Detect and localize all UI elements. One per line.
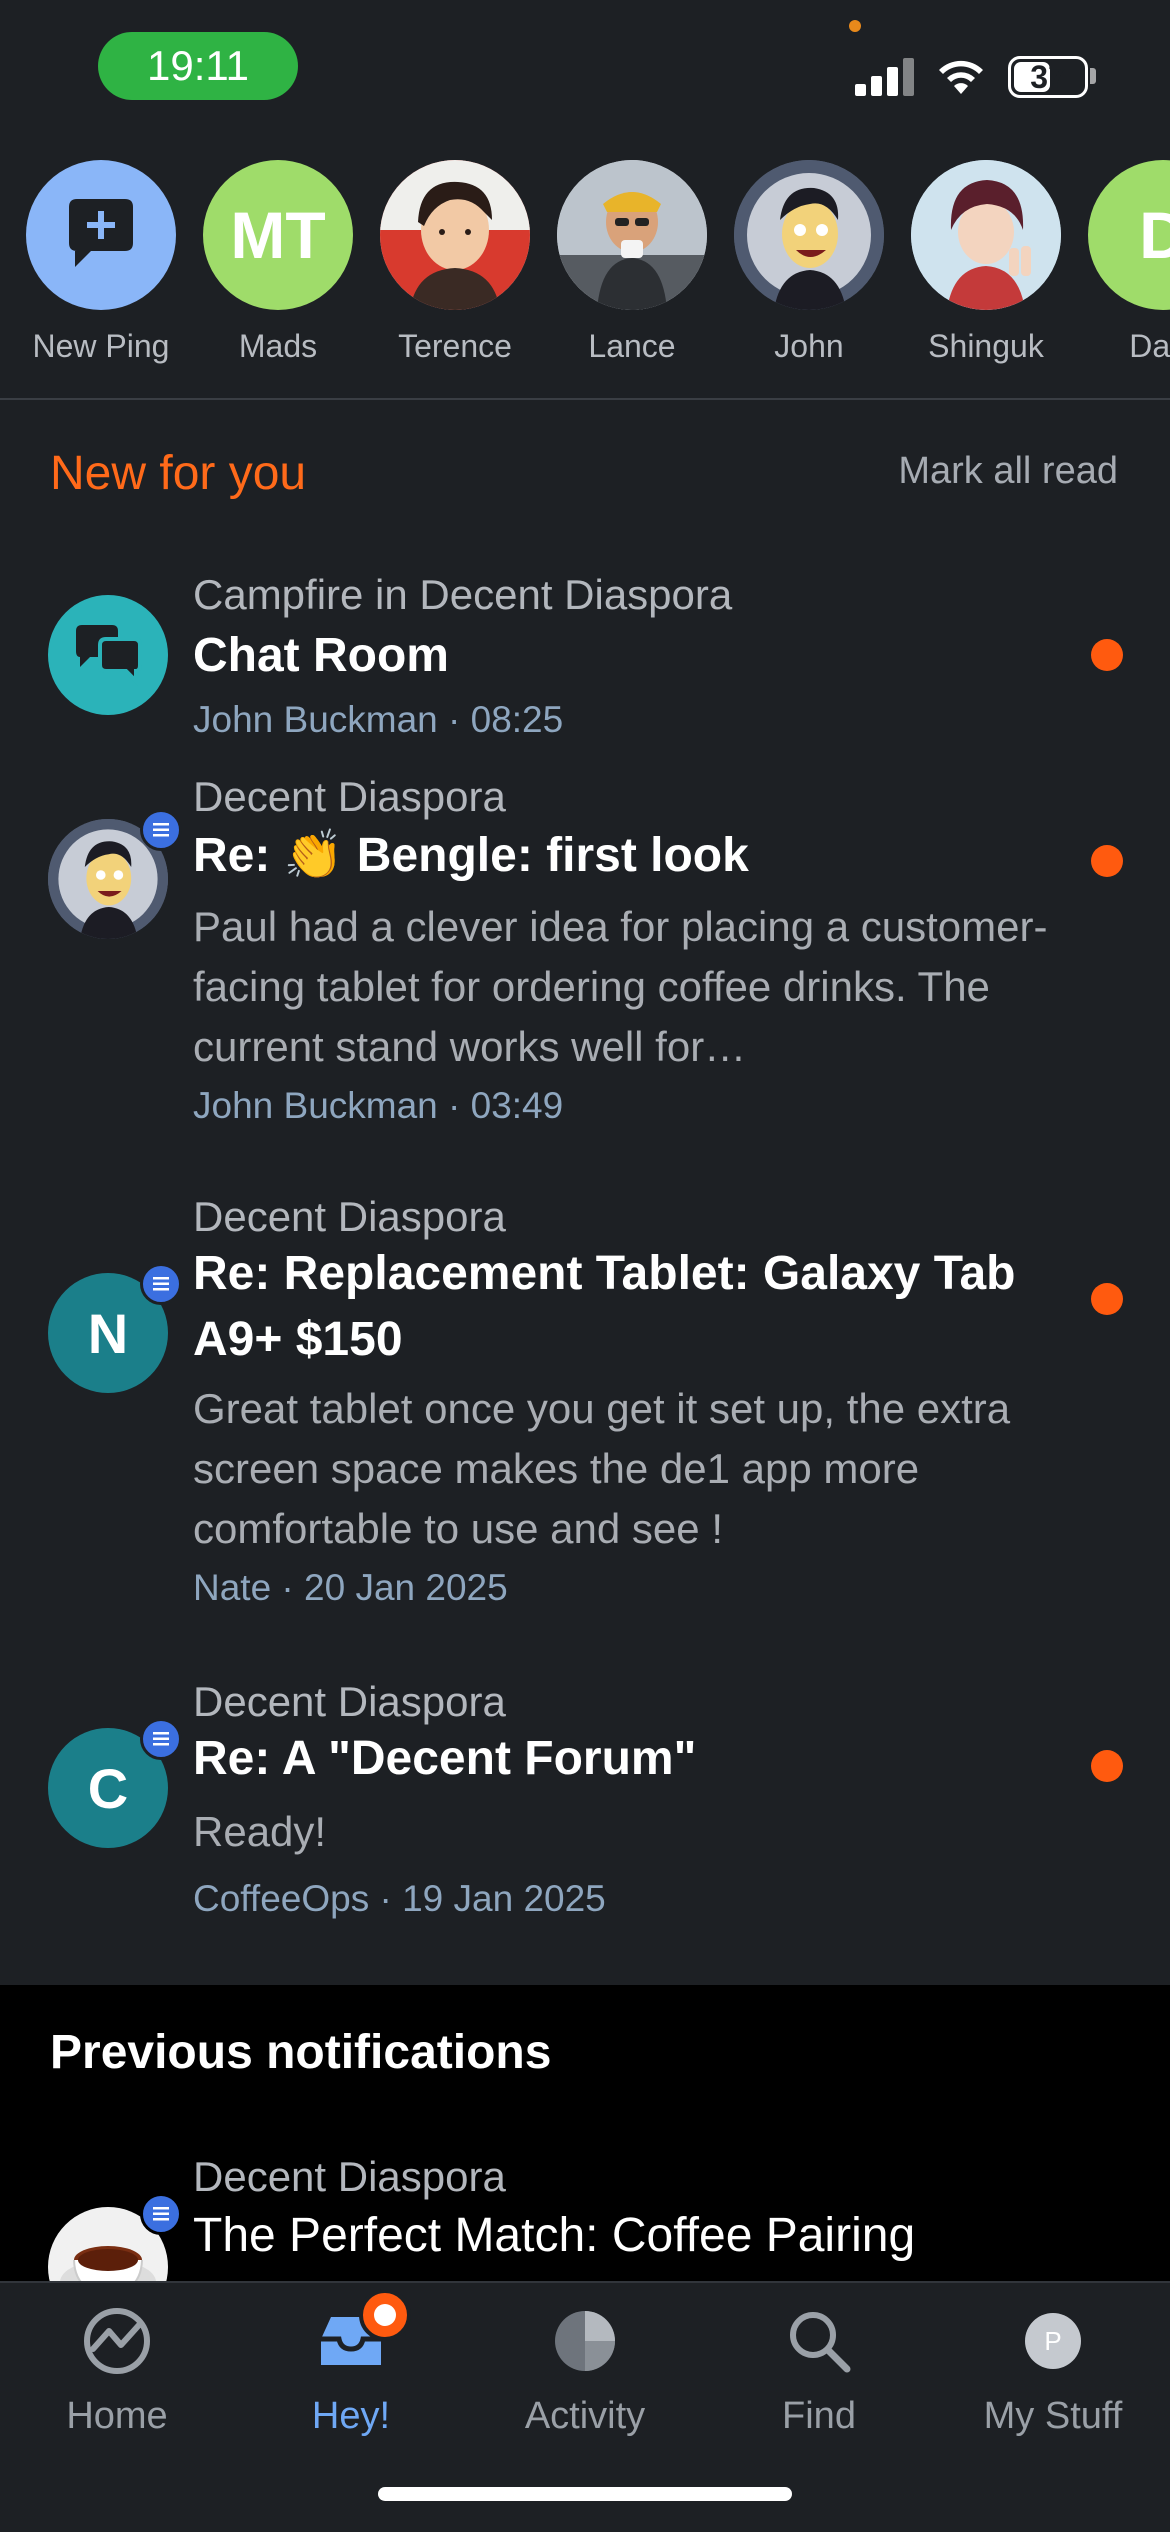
people-strip[interactable]: New Ping MT Mads Terence Lance John Shin… xyxy=(0,160,1170,390)
avatar-initials: MT xyxy=(230,198,326,272)
person-name: Mads xyxy=(238,328,318,364)
item-context: Decent Diaspora xyxy=(193,2153,506,2200)
status-bar: 19:11 37 xyxy=(0,0,1170,140)
list-item[interactable]: C Decent Diaspora Re: A "Decent Forum" R… xyxy=(0,1660,1170,1990)
avatar-initials: D xyxy=(1139,198,1170,272)
home-indicator[interactable] xyxy=(378,2487,792,2501)
item-meta: Nate · 20 Jan 2025 xyxy=(193,1567,508,1608)
item-title: The Perfect Match: Coffee Pairing xyxy=(193,2209,916,2262)
document-badge-icon xyxy=(140,1718,182,1760)
person-lance[interactable]: Lance xyxy=(547,160,717,365)
section-title: New for you xyxy=(50,447,307,500)
person-mads[interactable]: MT Mads xyxy=(193,160,363,365)
document-badge-icon xyxy=(140,809,182,851)
list-item[interactable]: Campfire in Decent Diaspora Chat Room Jo… xyxy=(0,545,1170,745)
hey-screen: 19:11 37 New Ping MT Mads Terence Lance … xyxy=(0,0,1170,2532)
item-meta: John Buckman · 03:49 xyxy=(193,1085,564,1126)
tab-activity[interactable]: Activity xyxy=(468,2303,702,2453)
item-context: Decent Diaspora xyxy=(193,1678,506,1725)
section-title: Previous notifications xyxy=(50,2026,552,2079)
tab-label: My Stuff xyxy=(983,2395,1123,2437)
battery-level: 37 xyxy=(1030,58,1066,95)
item-title: Chat Room xyxy=(193,629,449,682)
avatar: D xyxy=(1088,160,1170,310)
item-excerpt: Great tablet once you get it set up, the… xyxy=(193,1385,1011,1552)
item-meta: John Buckman · 08:25 xyxy=(193,699,564,740)
search-icon xyxy=(781,2303,857,2379)
tab-home[interactable]: Home xyxy=(0,2303,234,2453)
avatar-initials: C xyxy=(87,1756,129,1820)
avatar xyxy=(557,160,707,310)
tab-label: Activity xyxy=(524,2395,646,2437)
item-excerpt: Paul had a clever idea for placing a cus… xyxy=(193,903,1048,1070)
new-for-you-header: New for you Mark all read xyxy=(0,400,1170,545)
item-title: Re: Replacement Tablet: Galaxy Tab A9+ $… xyxy=(193,1247,1016,1366)
item-context: Decent Diaspora xyxy=(193,1193,506,1240)
item-title: Re: 👏 Bengle: first look xyxy=(193,829,749,882)
list-item[interactable]: Decent Diaspora The Perfect Match: Coffe… xyxy=(0,2145,1170,2327)
person-new-ping[interactable]: New Ping xyxy=(16,160,186,365)
new-ping-icon xyxy=(26,160,176,310)
item-context: Campfire in Decent Diaspora xyxy=(193,571,733,618)
unread-dot xyxy=(1091,1283,1123,1315)
cellular-signal-icon xyxy=(855,56,915,96)
tab-hey[interactable]: Hey! xyxy=(234,2289,468,2453)
person-terence[interactable]: Terence xyxy=(370,160,540,365)
person-john[interactable]: John xyxy=(724,160,894,365)
profile-icon: P xyxy=(1015,2303,1091,2379)
unread-dot xyxy=(1091,639,1123,671)
tab-label: Find xyxy=(782,2395,856,2437)
tab-my-stuff[interactable]: P My Stuff xyxy=(936,2303,1170,2453)
notification-list: Campfire in Decent Diaspora Chat Room Jo… xyxy=(0,545,1170,1985)
unread-dot xyxy=(1091,1750,1123,1782)
document-badge-icon xyxy=(140,1263,182,1305)
item-title: Re: A "Decent Forum" xyxy=(193,1732,697,1785)
person-shinguk[interactable]: Shinguk xyxy=(901,160,1071,365)
avatar xyxy=(380,160,530,310)
list-item[interactable]: Decent Diaspora Re: 👏 Bengle: first look… xyxy=(0,755,1170,1155)
tab-find[interactable]: Find xyxy=(702,2303,936,2453)
item-meta: CoffeeOps · 19 Jan 2025 xyxy=(193,1878,606,1919)
mark-all-read-button[interactable]: Mark all read xyxy=(898,450,1118,493)
person-name: New Ping xyxy=(32,328,170,364)
profile-initial: P xyxy=(1044,2325,1062,2356)
person-name: Terence xyxy=(398,328,512,364)
person-name: Shinguk xyxy=(928,328,1044,364)
inbox-icon xyxy=(313,2289,411,2379)
document-badge-icon xyxy=(140,2193,182,2235)
chat-room-avatar xyxy=(48,595,168,715)
person-dam[interactable]: D Dam xyxy=(1078,160,1170,365)
item-excerpt: Ready! xyxy=(193,1808,327,1855)
avatar xyxy=(911,160,1061,310)
battery-icon: 37 xyxy=(1008,56,1088,98)
unread-badge-icon xyxy=(359,2289,411,2341)
activity-pie-icon xyxy=(547,2303,623,2379)
avatar: MT xyxy=(203,160,353,310)
unread-dot xyxy=(1091,845,1123,877)
list-item[interactable]: N Decent Diaspora Re: Replacement Tablet… xyxy=(0,1175,1170,1645)
person-name: Dam xyxy=(1129,328,1170,364)
home-icon xyxy=(79,2303,155,2379)
previous-notifications-section: Previous notifications Decent Diaspora T… xyxy=(0,1985,1170,2327)
avatar-initials: N xyxy=(87,1301,129,1365)
status-time[interactable]: 19:11 xyxy=(98,32,298,100)
avatar xyxy=(734,160,884,310)
chat-bubbles-icon xyxy=(76,625,142,686)
person-name: John xyxy=(774,328,844,364)
person-name: Lance xyxy=(588,328,676,364)
tab-label: Home xyxy=(66,2395,168,2437)
item-context: Decent Diaspora xyxy=(193,773,506,820)
camera-indicator-icon xyxy=(849,20,861,32)
wifi-icon xyxy=(939,60,983,94)
tab-label: Hey! xyxy=(311,2395,391,2437)
